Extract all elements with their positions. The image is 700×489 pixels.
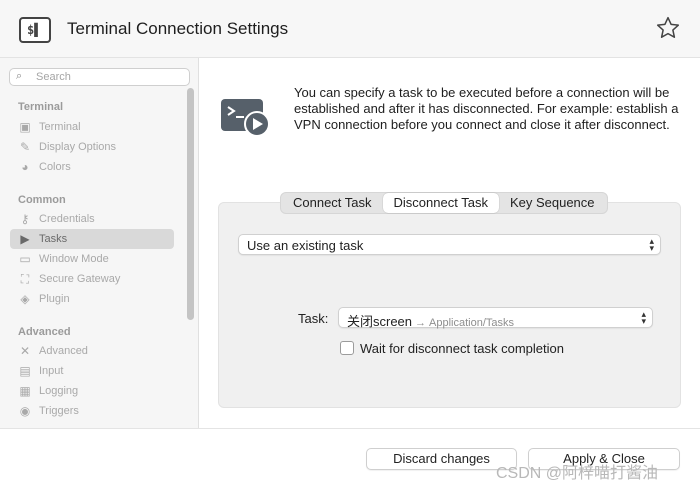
star-icon[interactable]	[655, 15, 681, 41]
window-icon: ▭	[19, 252, 31, 266]
title-bar: $▌ Terminal Connection Settings	[0, 0, 700, 58]
sidebar-item-label: Triggers	[39, 405, 79, 417]
key-icon: ⚷	[20, 212, 30, 226]
sidebar: ⌕ Search Terminal ▣ Terminal ✎ Display O…	[0, 58, 199, 428]
sidebar-scrollbar[interactable]	[186, 86, 195, 428]
task-play-icon	[221, 99, 270, 137]
main-content: You can specify a task to be executed be…	[200, 58, 700, 428]
sidebar-item-label: Colors	[39, 161, 71, 173]
sidebar-item-label: Advanced	[39, 345, 88, 357]
palette-icon: ◕	[21, 160, 29, 174]
footer: Discard changes Apply & Close CSDN @阿梓喵打…	[0, 428, 700, 489]
keyboard-icon: ▤	[19, 364, 31, 378]
watermark: CSDN @阿梓喵打酱油	[496, 465, 659, 482]
sidebar-item-logging[interactable]: ▦ Logging	[10, 381, 174, 401]
sidebar-item-triggers[interactable]: ◉ Triggers	[10, 401, 174, 421]
plugin-icon: ◈	[20, 292, 30, 306]
sidebar-item-label: Terminal	[39, 121, 81, 133]
task-mode-value: Use an existing task	[247, 238, 364, 253]
trigger-icon: ◉	[19, 404, 31, 418]
sidebar-item-input[interactable]: ▤ Input	[10, 361, 174, 381]
section-advanced: Advanced	[18, 326, 71, 338]
brush-icon: ✎	[19, 140, 31, 154]
wait-completion-checkbox[interactable]	[340, 341, 354, 355]
gateway-icon: ⛶	[20, 272, 30, 286]
sidebar-item-secure-gateway[interactable]: ⛶ Secure Gateway	[10, 269, 174, 289]
description-text: You can specify a task to be executed be…	[294, 85, 679, 132]
task-mode-select[interactable]: Use an existing task ▴ ▾	[238, 234, 661, 255]
tab-connect-task[interactable]: Connect Task	[282, 193, 383, 213]
chevron-updown-icon: ▴ ▾	[649, 236, 654, 253]
section-terminal: Terminal	[18, 101, 64, 113]
sidebar-item-plugin[interactable]: ◈ Plugin	[10, 289, 174, 309]
sidebar-item-label: Credentials	[39, 213, 95, 225]
sidebar-item-label: Plugin	[39, 293, 70, 305]
document-icon: ▦	[19, 384, 31, 398]
task-tabs: Connect Task Disconnect Task Key Sequenc…	[280, 192, 608, 214]
search-icon: ⌕	[16, 70, 23, 82]
task-select[interactable]: 关闭screen → Application/Tasks ▴ ▾	[338, 307, 653, 330]
arrow-right-icon: →	[415, 317, 427, 329]
tasks-icon: ▶	[20, 232, 30, 246]
tools-icon: ✕	[19, 344, 31, 358]
chevron-updown-icon: ▴ ▾	[641, 309, 646, 326]
section-common: Common	[18, 194, 66, 206]
search-input[interactable]: ⌕ Search	[9, 68, 190, 86]
sidebar-item-tasks[interactable]: ▶ Tasks	[10, 229, 174, 249]
sidebar-item-display-options[interactable]: ✎ Display Options	[10, 137, 174, 157]
sidebar-item-label: Tasks	[39, 233, 68, 245]
task-panel	[218, 202, 681, 408]
terminal-icon: $▌	[19, 17, 51, 43]
sidebar-item-label: Input	[39, 365, 64, 377]
wait-completion-label[interactable]: Wait for disconnect task completion	[360, 341, 564, 356]
task-label: Task:	[298, 311, 329, 326]
sidebar-item-label: Display Options	[39, 141, 117, 153]
terminal-icon: ▣	[19, 120, 31, 134]
sidebar-item-label: Logging	[39, 385, 79, 397]
window-title: Terminal Connection Settings	[67, 19, 289, 38]
sidebar-item-advanced[interactable]: ✕ Advanced	[10, 341, 174, 361]
sidebar-item-terminal[interactable]: ▣ Terminal	[10, 117, 174, 137]
task-value: 关闭screen → Application/Tasks	[347, 311, 514, 330]
task-path: Application/Tasks	[429, 317, 515, 329]
scroll-thumb[interactable]	[187, 88, 194, 320]
tab-disconnect-task[interactable]: Disconnect Task	[382, 193, 499, 213]
task-name: 关闭screen	[347, 314, 413, 329]
search-placeholder: Search	[36, 71, 71, 83]
sidebar-item-colors[interactable]: ◕ Colors	[10, 157, 174, 177]
sidebar-item-window-mode[interactable]: ▭ Window Mode	[10, 249, 174, 269]
sidebar-item-label: Secure Gateway	[39, 273, 121, 285]
tab-key-sequence[interactable]: Key Sequence	[499, 193, 606, 213]
discard-changes-button[interactable]: Discard changes	[366, 448, 517, 470]
sidebar-item-credentials[interactable]: ⚷ Credentials	[10, 209, 174, 229]
sidebar-item-label: Window Mode	[39, 253, 109, 265]
